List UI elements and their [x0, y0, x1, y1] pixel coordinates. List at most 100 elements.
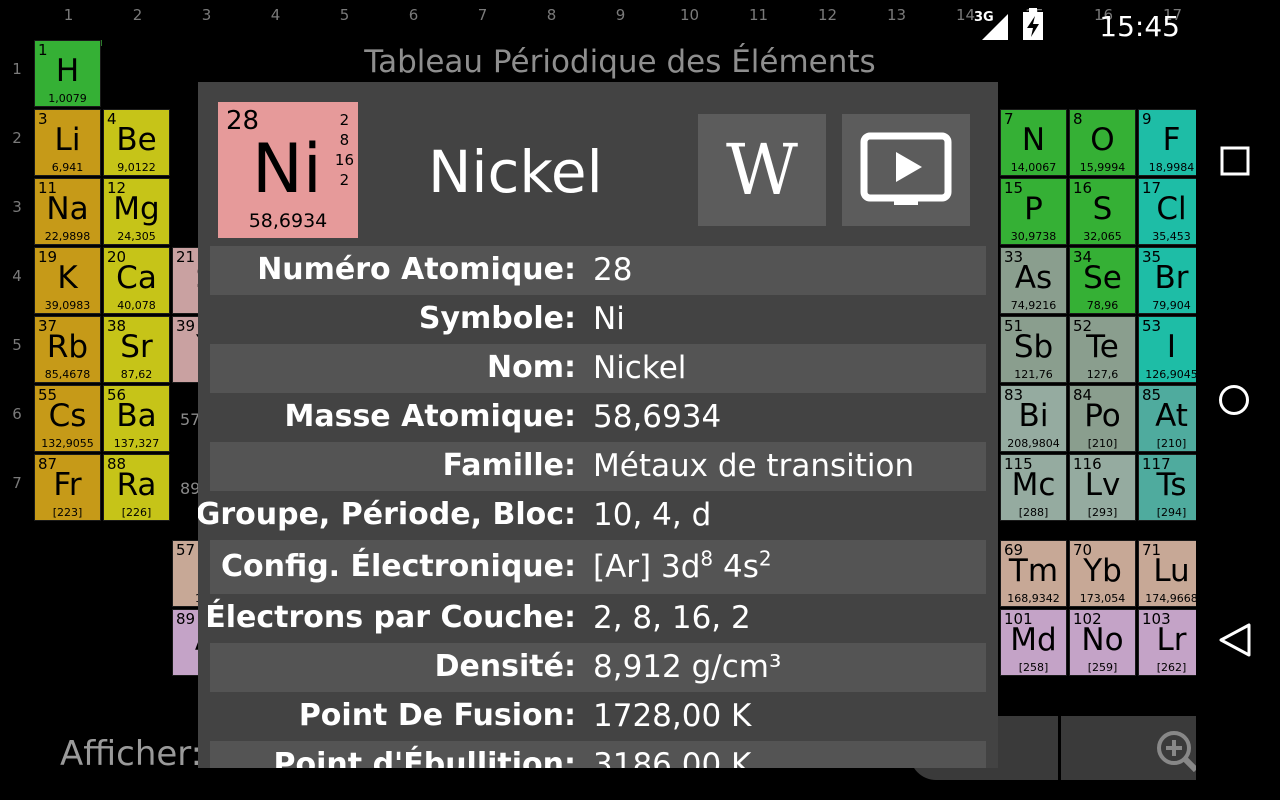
detail-value: [Ar] 3d8 4s2	[593, 546, 772, 585]
detail-row: Famille: Métaux de transition	[210, 442, 986, 491]
element-cell[interactable]: 117 Ts [294]	[1138, 454, 1205, 521]
atomic-mass: [210]	[1156, 437, 1187, 450]
element-symbol: Lu	[1153, 553, 1190, 589]
detail-label: Config. Électronique:	[220, 549, 576, 584]
detail-row: Point d'Ébullition: 3186,00 K	[210, 741, 986, 768]
element-cell[interactable]: 52 Te 127,6	[1069, 316, 1136, 383]
atomic-mass: 208,9804	[1007, 437, 1060, 450]
atomic-mass: [294]	[1156, 506, 1187, 519]
zoom-in-icon[interactable]	[1154, 728, 1198, 772]
atomic-mass: 39,0983	[44, 299, 91, 312]
shell-count: 16	[334, 151, 354, 169]
element-symbol: Ca	[116, 260, 157, 296]
element-symbol: I	[1166, 329, 1177, 365]
element-cell[interactable]: 3 Li 6,941	[34, 109, 101, 176]
column-number: 4	[270, 6, 281, 24]
element-cell[interactable]: 88 Ra [226]	[103, 454, 170, 521]
element-symbol: Po	[1084, 398, 1121, 434]
element-name-heading: Nickel	[428, 138, 603, 206]
detail-row: Groupe, Période, Bloc: 10, 4, d	[198, 491, 986, 540]
atomic-mass: [226]	[121, 506, 152, 519]
element-cell[interactable]: 9 F 18,9984	[1138, 109, 1205, 176]
wikipedia-button[interactable]: W	[698, 114, 826, 226]
video-button[interactable]	[842, 114, 970, 226]
atomic-mass: 121,76	[1014, 368, 1053, 381]
home-icon[interactable]	[1218, 384, 1250, 416]
battery-charging-icon	[1023, 8, 1043, 40]
column-number: 9	[615, 6, 626, 24]
atomic-mass: 32,065	[1083, 230, 1122, 243]
element-symbol: P	[1024, 191, 1043, 227]
detail-value: Nickel	[593, 350, 687, 386]
detail-value: Ni	[593, 301, 625, 337]
element-cell[interactable]: 15 P 30,9738	[1000, 178, 1067, 245]
element-cell[interactable]: 34 Se 78,96	[1069, 247, 1136, 314]
column-number: 11	[748, 6, 769, 24]
element-cell[interactable]: 83 Bi 208,9804	[1000, 385, 1067, 452]
element-cell[interactable]: 53 I 126,9045	[1138, 316, 1205, 383]
shell-count: 2	[339, 171, 350, 189]
element-symbol: Li	[54, 122, 81, 158]
element-cell[interactable]: 8 O 15,9994	[1069, 109, 1136, 176]
atomic-mass: 15,9994	[1079, 161, 1126, 174]
atomic-mass: 35,453	[1152, 230, 1191, 243]
element-cell[interactable]: 103 Lr [262]	[1138, 609, 1205, 676]
element-cell[interactable]: 70 Yb 173,054	[1069, 540, 1136, 607]
atomic-mass: 87,62	[120, 368, 153, 381]
element-symbol: Mc	[1011, 467, 1056, 503]
tile-atomic-mass: 58,6934	[248, 210, 328, 232]
shell-count: 2	[339, 111, 350, 129]
element-symbol: Ra	[116, 467, 157, 503]
row-number: 3	[12, 198, 22, 216]
element-cell[interactable]: 17 Cl 35,453	[1138, 178, 1205, 245]
detail-label: Densité:	[434, 649, 576, 684]
detail-label: Point d'Ébullition:	[273, 747, 576, 768]
row-number: 5	[12, 336, 22, 354]
video-play-icon	[860, 132, 952, 205]
element-cell[interactable]: 84 Po [210]	[1069, 385, 1136, 452]
element-cell[interactable]: 16 S 32,065	[1069, 178, 1136, 245]
element-symbol: Ts	[1156, 467, 1187, 503]
element-cell[interactable]: 115 Mc [288]	[1000, 454, 1067, 521]
element-cell[interactable]: 51 Sb 121,76	[1000, 316, 1067, 383]
element-cell[interactable]: 101 Md [258]	[1000, 609, 1067, 676]
element-cell[interactable]: 11 Na 22,9898	[34, 178, 101, 245]
element-symbol: Na	[46, 191, 89, 227]
atomic-mass: 1,0079	[48, 92, 87, 105]
element-cell[interactable]: 71 Lu 174,9668	[1138, 540, 1205, 607]
element-symbol: Rb	[46, 329, 89, 365]
detail-value: 8,912 g/cm³	[593, 649, 782, 685]
atomic-mass: 79,904	[1152, 299, 1191, 312]
back-icon[interactable]	[1218, 622, 1252, 658]
element-cell[interactable]: 55 Cs 132,9055	[34, 385, 101, 452]
element-cell[interactable]: 38 Sr 87,62	[103, 316, 170, 383]
zoom-divider	[1058, 716, 1061, 780]
element-cell[interactable]: 85 At [210]	[1138, 385, 1205, 452]
element-cell[interactable]: 19 K 39,0983	[34, 247, 101, 314]
atomic-mass: 30,9738	[1010, 230, 1057, 243]
element-cell[interactable]: 37 Rb 85,4678	[34, 316, 101, 383]
wikipedia-icon: W	[726, 129, 798, 211]
element-cell[interactable]: 116 Lv [293]	[1069, 454, 1136, 521]
detail-row: Nom: Nickel	[210, 344, 986, 393]
element-cell[interactable]: 35 Br 79,904	[1138, 247, 1205, 314]
element-cell[interactable]: 7 N 14,0067	[1000, 109, 1067, 176]
element-cell[interactable]: 20 Ca 40,078	[103, 247, 170, 314]
element-cell[interactable]: 33 As 74,9216	[1000, 247, 1067, 314]
element-details-list: Numéro Atomique: 28 Symbole: Ni Nom: Nickel Ma…	[198, 246, 986, 768]
element-symbol: Fr	[53, 467, 82, 503]
element-cell[interactable]: 12 Mg 24,305	[103, 178, 170, 245]
element-cell[interactable]: 102 No [259]	[1069, 609, 1136, 676]
atomic-mass: [259]	[1087, 661, 1118, 674]
element-symbol: F	[1162, 122, 1181, 158]
element-cell[interactable]: 87 Fr [223]	[34, 454, 101, 521]
element-cell[interactable]: 56 Ba 137,327	[103, 385, 170, 452]
element-symbol: H	[55, 53, 80, 89]
element-cell[interactable]: 69 Tm 168,9342	[1000, 540, 1067, 607]
atomic-mass: 132,9055	[41, 437, 94, 450]
recent-apps-icon[interactable]	[1220, 146, 1250, 176]
element-symbol: No	[1081, 622, 1124, 658]
element-cell[interactable]: 4 Be 9,0122	[103, 109, 170, 176]
atomic-mass: 24,305	[117, 230, 156, 243]
element-cell[interactable]: 1 H 1,0079	[34, 40, 101, 107]
